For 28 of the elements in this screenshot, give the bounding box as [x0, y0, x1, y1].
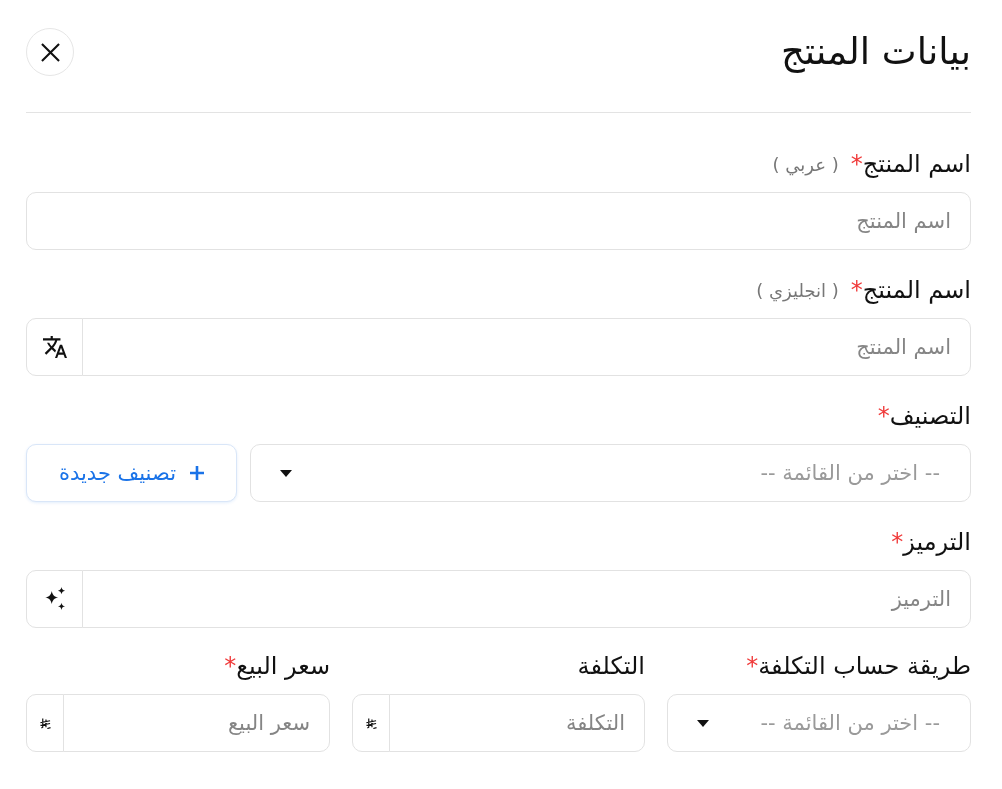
close-icon — [40, 42, 60, 62]
field-label: اسم المنتج* — [850, 275, 971, 306]
generate-button[interactable] — [26, 570, 83, 628]
language-note: ( عربي ) — [772, 153, 839, 175]
field-label: طريقة حساب التكلفة* — [746, 651, 971, 682]
translate-icon — [42, 335, 67, 359]
dialog-title: بيانات المنتج — [780, 29, 971, 75]
input-field[interactable]: الترميز — [82, 570, 971, 628]
dropdown-select[interactable]: -- اختر من القائمة -- — [250, 444, 971, 502]
input-field[interactable]: اسم المنتج — [82, 318, 971, 376]
language-note: ( انجليزي ) — [756, 279, 839, 301]
field-label: سعر البيع* — [224, 651, 330, 682]
plus-icon — [190, 466, 204, 480]
input-field[interactable]: اسم المنتج — [26, 192, 971, 250]
translate-button[interactable] — [26, 318, 83, 376]
caret-icon — [697, 719, 709, 727]
field-label: الترميز* — [891, 527, 971, 558]
dropdown-select[interactable]: -- اختر من القائمة -- — [667, 694, 971, 752]
currency-sign-icon — [365, 717, 377, 729]
field-label: التصنيف* — [877, 401, 971, 432]
field-label: التكلفة — [577, 651, 645, 682]
caret-icon — [280, 469, 292, 477]
currency-sign-icon — [39, 717, 51, 729]
add-category-button[interactable]: تصنيف جديدة — [26, 444, 237, 502]
close-button[interactable] — [26, 28, 74, 76]
input-field[interactable]: سعر البيع — [63, 694, 330, 752]
field-label: اسم المنتج* — [850, 149, 971, 180]
input-field[interactable]: التكلفة — [389, 694, 645, 752]
